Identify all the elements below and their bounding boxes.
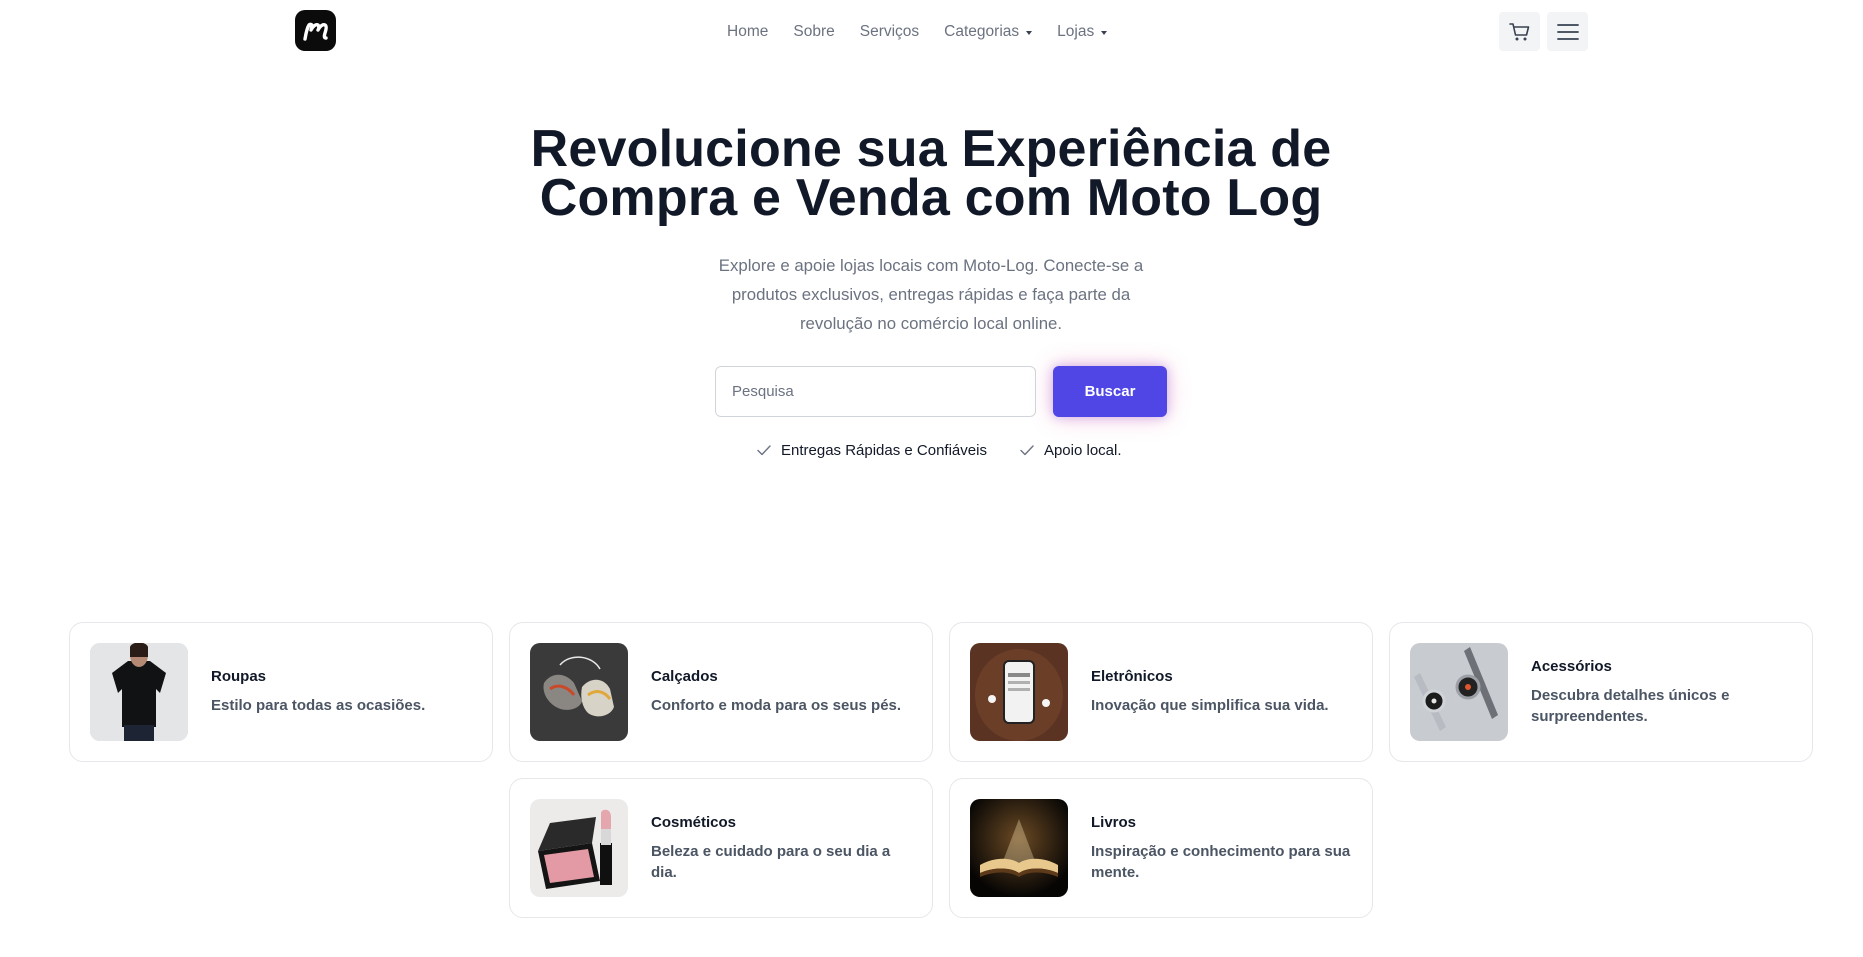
- card-title: Cosméticos: [651, 813, 737, 831]
- card-text: Roupas Estilo para todas as ocasiões.: [211, 623, 476, 761]
- feature-item: Entregas Rápidas e Confiáveis: [757, 442, 987, 459]
- card-description: Beleza e cuidado para o seu dia a dia.: [651, 842, 891, 881]
- category-card-eletronicos[interactable]: Eletrônicos Inovação que simplifica sua …: [949, 622, 1373, 762]
- card-title: Livros: [1091, 813, 1137, 831]
- caret-down-icon: [1101, 30, 1108, 35]
- hero-title-line-2: Compra e Venda com Moto Log: [539, 169, 1323, 227]
- page: Home Sobre Serviços Categorias Lojas Rev…: [0, 0, 1863, 957]
- card-text: Acessórios Descubra detalhes únicos e su…: [1531, 623, 1796, 761]
- category-card-cosmeticos[interactable]: Cosméticos Beleza e cuidado para o seu d…: [509, 778, 933, 918]
- check-icon: [1020, 444, 1034, 455]
- nav-home-label: Home: [727, 23, 769, 40]
- acessorios-thumbnail: [1410, 643, 1508, 741]
- card-description: Conforto e moda para os seus pés.: [651, 697, 902, 714]
- card-description: Descubra detalhes únicos e surpreendente…: [1531, 686, 1730, 725]
- hero-title-line-1: Revolucione sua Experiência de: [530, 120, 1332, 178]
- nav-sobre-label: Sobre: [793, 23, 835, 40]
- hamburger-menu-icon: [1556, 23, 1579, 40]
- nav-lojas-dropdown[interactable]: Lojas: [1057, 23, 1108, 41]
- nav-categorias-dropdown[interactable]: Categorias: [944, 23, 1033, 41]
- eletronicos-thumbnail: [970, 643, 1068, 741]
- card-text: Livros Inspiração e conhecimento para su…: [1091, 779, 1356, 917]
- feature-item: Apoio local.: [1020, 442, 1122, 459]
- card-text: Cosméticos Beleza e cuidado para o seu d…: [651, 779, 916, 917]
- card-text: Calçados Conforto e moda para os seus pé…: [651, 623, 916, 761]
- search-button[interactable]: Buscar: [1053, 366, 1167, 417]
- nav-sobre[interactable]: Sobre: [793, 23, 834, 41]
- cosmeticos-thumbnail: [530, 799, 628, 897]
- check-icon: [757, 444, 771, 455]
- search-input[interactable]: [715, 366, 1036, 417]
- features-list: Entregas Rápidas e Confiáveis Apoio loca…: [757, 440, 1122, 460]
- nav-servicos-label: Serviços: [859, 23, 920, 40]
- card-description: Inspiração e conhecimento para sua mente…: [1091, 842, 1351, 881]
- hero-subtitle-line-1: Explore e apoie lojas locais com Moto-Lo…: [718, 256, 1144, 275]
- cart-button[interactable]: [1499, 12, 1540, 51]
- nav-lojas-label: Lojas: [1057, 23, 1095, 40]
- category-card-livros[interactable]: Livros Inspiração e conhecimento para su…: [949, 778, 1373, 918]
- card-title: Calçados: [651, 668, 718, 685]
- card-text: Eletrônicos Inovação que simplifica sua …: [1091, 623, 1356, 761]
- feature-label: Apoio local.: [1043, 441, 1122, 459]
- hero-subtitle-line-2: produtos exclusivos, entregas rápidas e …: [731, 285, 1131, 304]
- nav-home[interactable]: Home: [727, 23, 768, 41]
- livros-thumbnail: [970, 799, 1068, 897]
- card-title: Eletrônicos: [1091, 668, 1173, 685]
- menu-button[interactable]: [1547, 12, 1588, 51]
- feature-label: Entregas Rápidas e Confiáveis: [781, 441, 987, 459]
- hero-subtitle: Explore e apoie lojas locais com Moto-Lo…: [681, 251, 1181, 338]
- hero-subtitle-line-3: revolução no comércio local online.: [799, 314, 1063, 333]
- logo-m-icon: [302, 22, 328, 41]
- moto-log-logo[interactable]: [295, 10, 336, 51]
- nav-servicos[interactable]: Serviços: [860, 23, 919, 41]
- category-card-roupas[interactable]: Roupas Estilo para todas as ocasiões.: [69, 622, 493, 762]
- card-title: Acessórios: [1531, 657, 1612, 675]
- card-description: Inovação que simplifica sua vida.: [1091, 697, 1329, 714]
- nav-categorias-label: Categorias: [944, 23, 1020, 40]
- calcados-thumbnail: [530, 643, 628, 741]
- card-title: Roupas: [211, 668, 267, 685]
- caret-down-icon: [1026, 30, 1033, 35]
- main-nav: Home Sobre Serviços Categorias Lojas: [727, 22, 1108, 42]
- card-description: Estilo para todas as ocasiões.: [211, 697, 426, 714]
- cart-icon: [1508, 22, 1529, 40]
- hero-title: Revolucione sua Experiência de Compra e …: [431, 120, 1431, 227]
- roupas-thumbnail: [90, 643, 188, 741]
- category-card-calcados[interactable]: Calçados Conforto e moda para os seus pé…: [509, 622, 933, 762]
- category-card-acessorios[interactable]: Acessórios Descubra detalhes únicos e su…: [1389, 622, 1813, 762]
